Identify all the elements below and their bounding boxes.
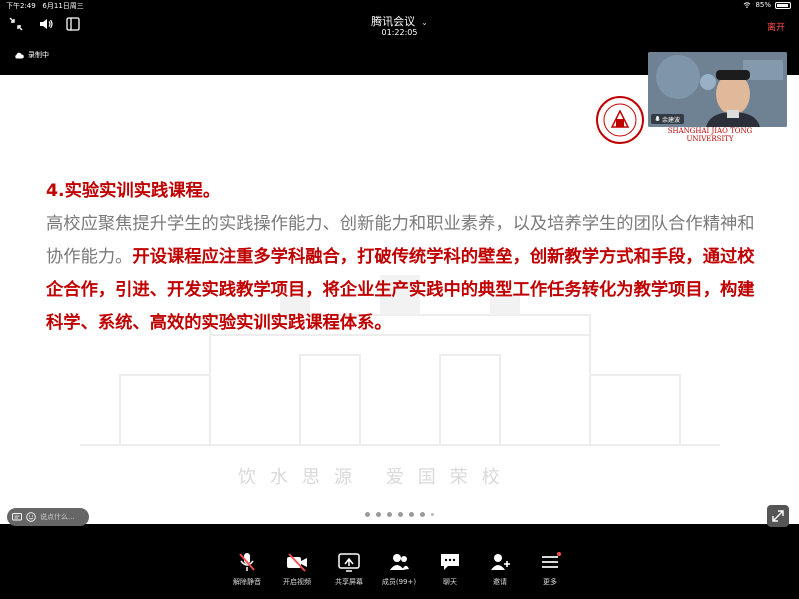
meeting-header: 腾讯会议 ⌄ 01:22:05 离开 [0,10,799,42]
speaker-name: 余建波 [662,116,681,124]
slide-paragraph: 高校应聚焦提升学生的实践操作能力、创新能力和职业素养，以及培养学生的团队合作精神… [46,208,761,340]
bottom-toolbar: 解除静音 开启视频 共享屏幕 成员(99+) 聊天 邀请 更多 [0,534,799,599]
page-dot[interactable] [431,513,434,516]
members-button[interactable]: 成员(99+) [374,552,424,587]
speaker-name-tag: 余建波 [651,114,685,124]
cloud-icon [15,52,24,58]
comment-icon [12,512,22,520]
meeting-title[interactable]: 腾讯会议 ⌄ [0,13,799,29]
fullscreen-button[interactable] [767,505,789,527]
meeting-timer: 01:22:05 [381,28,418,37]
meeting-title-text: 腾讯会议 [371,15,416,28]
chat-quick-input[interactable]: 说点什么... [7,508,89,526]
chevron-down-icon: ⌄ [421,18,428,27]
status-time: 下午2:49 [6,2,36,10]
invite-button[interactable]: 邀请 [475,552,525,587]
chat-button[interactable]: 聊天 [425,552,475,587]
wifi-icon [744,2,751,8]
page-dot[interactable] [365,512,370,517]
page-dot[interactable] [387,512,392,517]
slide-heading: 4.实验实训实践课程。 [46,181,221,201]
more-label: 更多 [543,578,557,586]
status-right: 85% [743,1,791,9]
slide-slogan: 饮水思源 爱国荣校 [238,467,514,488]
shared-slide: 饮水思源 爱国荣校 SHANGHAI JIAO TONG UNIVERSITY … [0,75,799,524]
university-seal [596,96,644,144]
speaker-video-tile[interactable]: 余建波 [648,52,787,127]
page-dot[interactable] [420,512,425,517]
share-screen-button[interactable]: 共享屏幕 [324,552,374,587]
more-menu-icon [542,552,561,568]
share-screen-label: 共享屏幕 [335,578,363,586]
fullscreen-icon [772,510,784,522]
university-name: SHANGHAI JIAO TONG UNIVERSITY [667,127,753,143]
page-indicator[interactable] [365,512,434,517]
mic-muted-icon [239,553,255,571]
start-video-label: 开启视频 [283,578,311,586]
paragraph-highlight-text: 开设课程应注重多学科融合，打破传统学科的壁垒，创新教学方式和手段，通过校企合作，… [46,247,755,333]
smile-icon[interactable] [26,512,36,522]
status-date: 6月11日周三 [42,2,84,10]
video-off-icon [287,553,307,572]
battery-icon [775,1,791,9]
recording-label: 录制中 [28,51,49,59]
unmute-label: 解除静音 [233,578,261,586]
slide-body: 4.实验实训实践课程。 高校应聚焦提升学生的实践操作能力、创新能力和职业素养，以… [46,175,761,340]
recording-indicator[interactable]: 录制中 [14,50,49,60]
battery-percent: 85% [755,1,771,9]
mic-icon [655,115,660,121]
invite-icon [491,554,510,570]
page-dot[interactable] [409,512,414,517]
invite-label: 邀请 [493,578,507,586]
members-label: 成员(99+) [381,578,417,586]
more-button[interactable]: 更多 [525,552,575,587]
members-icon [390,554,409,570]
chat-label: 聊天 [443,578,457,586]
page-dot[interactable] [376,512,381,517]
chat-placeholder: 说点什么... [40,513,75,521]
page-dot[interactable] [398,512,403,517]
start-video-button[interactable]: 开启视频 [272,552,322,587]
unmute-button[interactable]: 解除静音 [222,552,272,587]
chat-bubble-icon [441,554,459,570]
share-screen-icon [338,553,360,572]
leave-button[interactable]: 离开 [767,20,785,33]
